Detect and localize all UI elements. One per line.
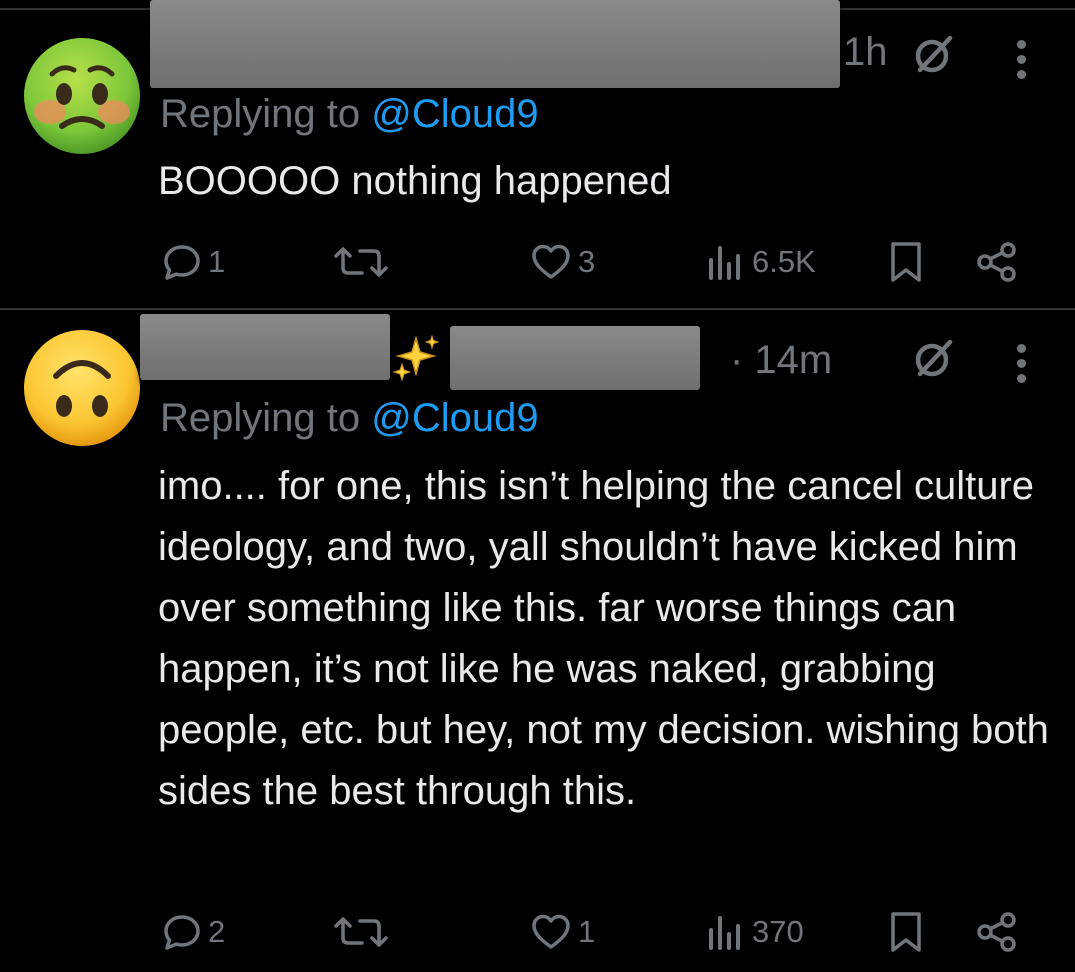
views-count: 370 bbox=[752, 914, 804, 949]
reply-button[interactable]: 1 bbox=[162, 242, 225, 282]
like-count: 3 bbox=[578, 244, 596, 279]
redacted-username bbox=[140, 314, 390, 380]
replying-to-label: Replying to bbox=[160, 396, 372, 440]
reply-icon bbox=[164, 245, 200, 280]
retweet-icon bbox=[334, 247, 388, 277]
like-button[interactable]: 1 bbox=[530, 912, 595, 952]
reply-handle-link[interactable]: @Cloud9 bbox=[371, 396, 538, 440]
bookmark-icon bbox=[891, 242, 921, 282]
more-icon[interactable] bbox=[1015, 344, 1027, 389]
reply-button[interactable]: 2 bbox=[162, 912, 225, 952]
avatar-upside-down-face[interactable] bbox=[22, 328, 142, 448]
redacted-username bbox=[150, 0, 840, 88]
views-count: 6.5K bbox=[752, 244, 816, 279]
reply-count: 2 bbox=[208, 914, 226, 949]
grok-icon[interactable] bbox=[912, 32, 956, 76]
bookmark-icon bbox=[891, 912, 921, 952]
replying-to: Replying to @Cloud9 bbox=[160, 396, 539, 441]
retweet-button[interactable] bbox=[330, 244, 392, 280]
sparkles-icon bbox=[392, 334, 440, 382]
bookmark-button[interactable] bbox=[888, 910, 924, 954]
replying-to-label: Replying to bbox=[160, 92, 372, 136]
like-count: 1 bbox=[578, 914, 596, 949]
views-icon bbox=[709, 916, 740, 950]
share-button[interactable] bbox=[975, 240, 1019, 284]
retweet-icon bbox=[334, 917, 388, 947]
tweet-text: imo.... for one, this isn’t helping the … bbox=[158, 464, 1049, 813]
more-icon[interactable] bbox=[1015, 40, 1027, 85]
share-icon bbox=[977, 912, 1016, 952]
share-button[interactable] bbox=[975, 910, 1019, 954]
share-icon bbox=[977, 242, 1016, 282]
like-icon bbox=[532, 244, 570, 279]
tweet-divider bbox=[0, 308, 1075, 310]
tweet-timestamp[interactable]: 1h bbox=[843, 30, 888, 75]
replying-to: Replying to @Cloud9 bbox=[160, 92, 539, 137]
tweet-timestamp[interactable]: · 14m bbox=[730, 338, 832, 383]
bookmark-button[interactable] bbox=[888, 240, 924, 284]
views-icon bbox=[709, 246, 740, 280]
reply-handle-link[interactable]: @Cloud9 bbox=[371, 92, 538, 136]
reply-count: 1 bbox=[208, 244, 226, 279]
retweet-button[interactable] bbox=[330, 914, 392, 950]
like-icon bbox=[532, 914, 570, 949]
tweet-text: BOOOOO nothing happened bbox=[158, 159, 672, 203]
reply-icon bbox=[164, 915, 200, 950]
redacted-handle bbox=[450, 326, 700, 390]
views-button[interactable]: 370 bbox=[706, 912, 804, 952]
views-button[interactable]: 6.5K bbox=[706, 242, 816, 282]
like-button[interactable]: 3 bbox=[530, 242, 595, 282]
grok-icon[interactable] bbox=[912, 336, 956, 380]
avatar-nauseated-face[interactable] bbox=[22, 36, 142, 156]
